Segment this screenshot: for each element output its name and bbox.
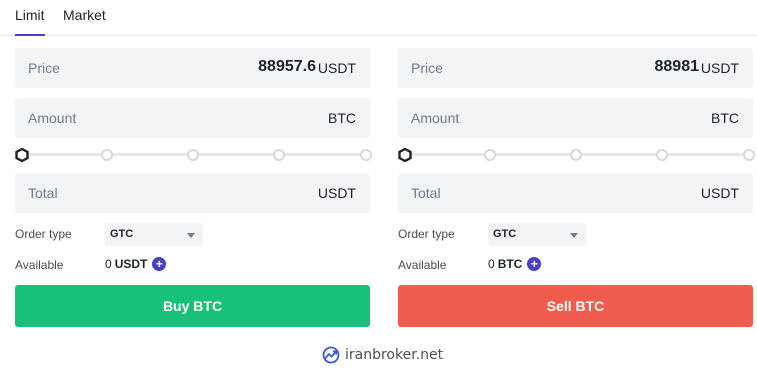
sell-slider-thumb-icon[interactable]: [398, 148, 412, 162]
buy-amount-unit: BTC: [328, 110, 356, 126]
sell-slider-step-75[interactable]: [656, 149, 668, 161]
buy-available-label: Available: [15, 258, 64, 272]
sell-price-unit: USDT: [700, 60, 739, 76]
buy-order-type-label: Order type: [15, 227, 72, 241]
caret-down-icon: [187, 233, 195, 238]
buy-price-unit: USDT: [317, 60, 356, 76]
sell-total-unit: USDT: [700, 185, 739, 201]
buy-btc-button[interactable]: Buy BTC: [15, 285, 370, 327]
buy-amount-field[interactable]: Amount BTC: [15, 98, 370, 138]
sell-amount-field[interactable]: Amount BTC: [398, 98, 753, 138]
buy-amount-label: Amount: [28, 110, 77, 126]
buy-price-label: Price: [28, 60, 60, 76]
buy-price-value: 88957.6: [258, 58, 316, 75]
order-type-tabs: Limit Market: [0, 0, 757, 36]
sell-available-row: Available 0 BTC +: [398, 254, 753, 276]
sell-total-label: Total: [411, 185, 441, 201]
caret-down-icon: [570, 233, 578, 238]
buy-available-value: 0: [105, 257, 112, 271]
sell-amount-slider[interactable]: [398, 147, 755, 163]
sell-available-label: Available: [398, 258, 447, 272]
buy-available-currency: USDT: [114, 257, 148, 271]
sell-price-field[interactable]: Price 88981 USDT: [398, 48, 753, 88]
watermark: iranbroker.net: [322, 346, 443, 364]
sell-available-balance: 0 BTC +: [488, 257, 542, 271]
sell-order-type-value: GTC: [493, 228, 517, 240]
buy-slider-step-75[interactable]: [273, 149, 285, 161]
tab-market[interactable]: Market: [63, 7, 106, 23]
sell-available-currency: BTC: [497, 257, 523, 271]
sell-slider-step-50[interactable]: [570, 149, 582, 161]
buy-total-field[interactable]: Total USDT: [15, 173, 370, 213]
buy-slider-step-50[interactable]: [187, 149, 199, 161]
buy-available-row: Available 0 USDT +: [15, 254, 370, 276]
sell-slider-step-25[interactable]: [484, 149, 496, 161]
buy-slider-step-25[interactable]: [101, 149, 113, 161]
buy-total-unit: USDT: [317, 185, 356, 201]
buy-order-type-row: Order type GTC: [15, 223, 370, 246]
sell-btc-button[interactable]: Sell BTC: [398, 285, 753, 327]
sell-price-label: Price: [411, 60, 443, 76]
trend-logo-icon: [322, 346, 340, 364]
buy-order-type-value: GTC: [110, 228, 134, 240]
sell-amount-unit: BTC: [711, 110, 739, 126]
sell-total-field[interactable]: Total USDT: [398, 173, 753, 213]
sell-price-value: 88981: [654, 58, 700, 75]
sell-order-type-label: Order type: [398, 227, 455, 241]
buy-order-type-select[interactable]: GTC: [105, 223, 203, 246]
sell-available-value: 0: [488, 257, 495, 271]
tab-limit[interactable]: Limit: [15, 7, 45, 36]
buy-available-balance: 0 USDT +: [105, 257, 167, 271]
sell-amount-label: Amount: [411, 110, 460, 126]
buy-total-label: Total: [28, 185, 58, 201]
watermark-text: iranbroker.net: [345, 347, 444, 363]
sell-slider-step-100[interactable]: [743, 149, 755, 161]
sell-order-type-row: Order type GTC: [398, 223, 753, 246]
sell-order-type-select[interactable]: GTC: [488, 223, 586, 246]
buy-slider-thumb-icon[interactable]: [15, 148, 29, 162]
buy-amount-slider[interactable]: [15, 147, 372, 163]
deposit-plus-icon[interactable]: +: [152, 257, 167, 271]
buy-price-field[interactable]: Price 88957.6 USDT: [15, 48, 370, 88]
buy-slider-step-100[interactable]: [360, 149, 372, 161]
deposit-plus-icon[interactable]: +: [527, 257, 542, 271]
